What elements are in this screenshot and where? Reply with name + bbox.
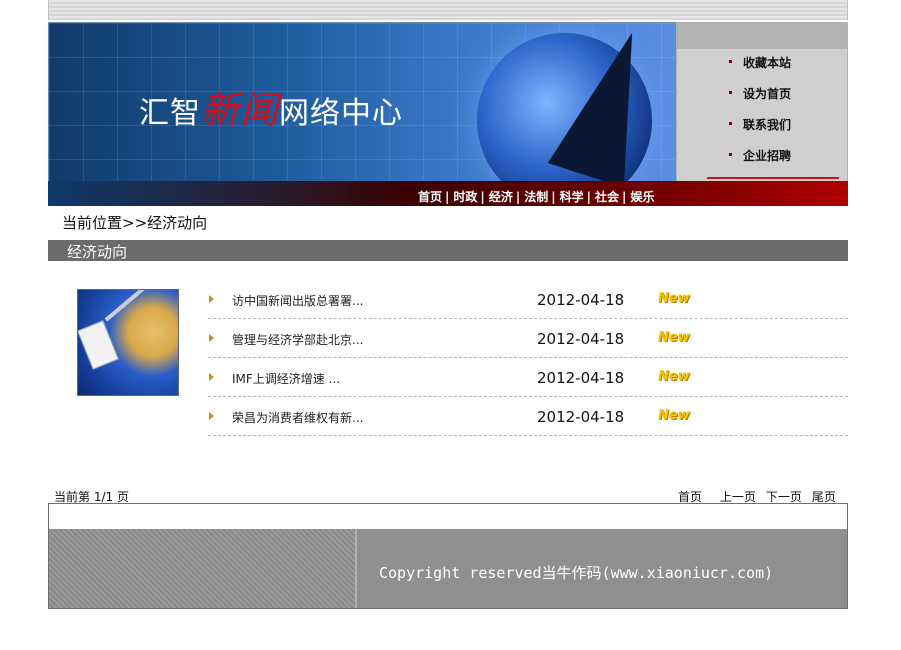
nav-separator: | (586, 190, 592, 204)
footer-inner: Copyright reserved当牛作码(www.xiaoniucr.com… (49, 529, 847, 608)
new-badge: New (658, 408, 690, 423)
news-title[interactable]: 访中国新闻出版总署署... (232, 292, 363, 309)
arrow-right-icon (209, 295, 214, 303)
arrow-right-icon (209, 373, 214, 381)
side-item-bookmark[interactable]: 收藏本站 (729, 53, 791, 84)
footer-pattern (49, 529, 357, 608)
site-logo[interactable]: 汇智新闻网络中心 (139, 79, 403, 134)
nav-separator: | (551, 190, 556, 204)
bullet-icon (729, 91, 732, 94)
nav-item-society[interactable]: 社会 (595, 190, 619, 204)
footer: Copyright reserved当牛作码(www.xiaoniucr.com… (48, 503, 848, 609)
news-list: 访中国新闻出版总署署... 2012-04-18 New 管理与经济学部赴北京.… (208, 280, 848, 436)
side-item-contact[interactable]: 联系我们 (729, 115, 791, 146)
header-banner: 汇智新闻网络中心 (48, 22, 676, 182)
section-header: 经济动向 (48, 240, 848, 261)
bullet-icon (729, 122, 732, 125)
new-badge: New (658, 330, 690, 345)
bullet-icon (729, 153, 732, 156)
news-row[interactable]: 管理与经济学部赴北京... 2012-04-18 New (208, 319, 848, 358)
pager-last-link[interactable]: 尾页 (812, 490, 836, 504)
nav-item-economy[interactable]: 经济 (489, 190, 513, 204)
pager-next-link[interactable]: 下一页 (766, 490, 802, 504)
nav-items: 首页 | 时政 | 经济 | 法制 | 科学 | 社会 | 娱乐 (418, 186, 654, 205)
main-nav: 首页 | 时政 | 经济 | 法制 | 科学 | 社会 | 娱乐 (48, 181, 848, 206)
thumbnail-satellite (78, 320, 119, 370)
nav-separator: | (622, 190, 627, 204)
nav-separator: | (445, 190, 450, 204)
new-badge: New (658, 291, 690, 306)
nav-separator: | (480, 190, 485, 204)
news-title[interactable]: 荣昌为消费者维权有新... (232, 409, 363, 426)
news-date: 2012-04-18 (537, 369, 625, 387)
news-title[interactable]: 管理与经济学部赴北京... (232, 331, 363, 348)
side-menu-accent-line (707, 177, 839, 179)
side-menu-list: 收藏本站 设为首页 联系我们 企业招聘 (729, 53, 791, 177)
thumbnail-antenna (104, 290, 146, 322)
nav-item-law[interactable]: 法制 (524, 190, 548, 204)
breadcrumb: 当前位置>>经济动向 (62, 214, 208, 232)
side-menu-header (677, 23, 847, 49)
news-date: 2012-04-18 (537, 330, 625, 348)
news-date: 2012-04-18 (537, 291, 625, 309)
top-strip (48, 0, 848, 20)
logo-text-3: 网络中心 (279, 96, 404, 131)
pager-first-link[interactable]: 首页 (678, 490, 702, 504)
pager-prev-link[interactable]: 上一页 (720, 490, 756, 504)
nav-item-science[interactable]: 科学 (560, 190, 584, 204)
footer-copyright: Copyright reserved当牛作码(www.xiaoniucr.com… (379, 564, 774, 582)
side-item-set-home[interactable]: 设为首页 (729, 84, 791, 115)
arrow-right-icon (209, 412, 214, 420)
news-thumbnail (77, 289, 179, 396)
nav-item-politics[interactable]: 时政 (453, 190, 477, 204)
side-menu: 收藏本站 设为首页 联系我们 企业招聘 (676, 22, 848, 182)
logo-text-2: 新闻 (201, 88, 280, 132)
news-row[interactable]: 荣昌为消费者维权有新... 2012-04-18 New (208, 397, 848, 436)
nav-item-home[interactable]: 首页 (418, 190, 442, 204)
news-title[interactable]: IMF上调经济增速 ... (232, 370, 340, 387)
nav-separator: | (515, 190, 521, 204)
new-badge: New (658, 369, 690, 384)
nav-item-entertainment[interactable]: 娱乐 (630, 190, 654, 204)
news-date: 2012-04-18 (537, 408, 625, 426)
logo-text-1: 汇智 (139, 96, 201, 131)
bullet-icon (729, 60, 732, 63)
arrow-right-icon (209, 334, 214, 342)
news-row[interactable]: 访中国新闻出版总署署... 2012-04-18 New (208, 280, 848, 319)
section-title: 经济动向 (67, 243, 128, 261)
news-row[interactable]: IMF上调经济增速 ... 2012-04-18 New (208, 358, 848, 397)
side-item-jobs[interactable]: 企业招聘 (729, 146, 791, 177)
